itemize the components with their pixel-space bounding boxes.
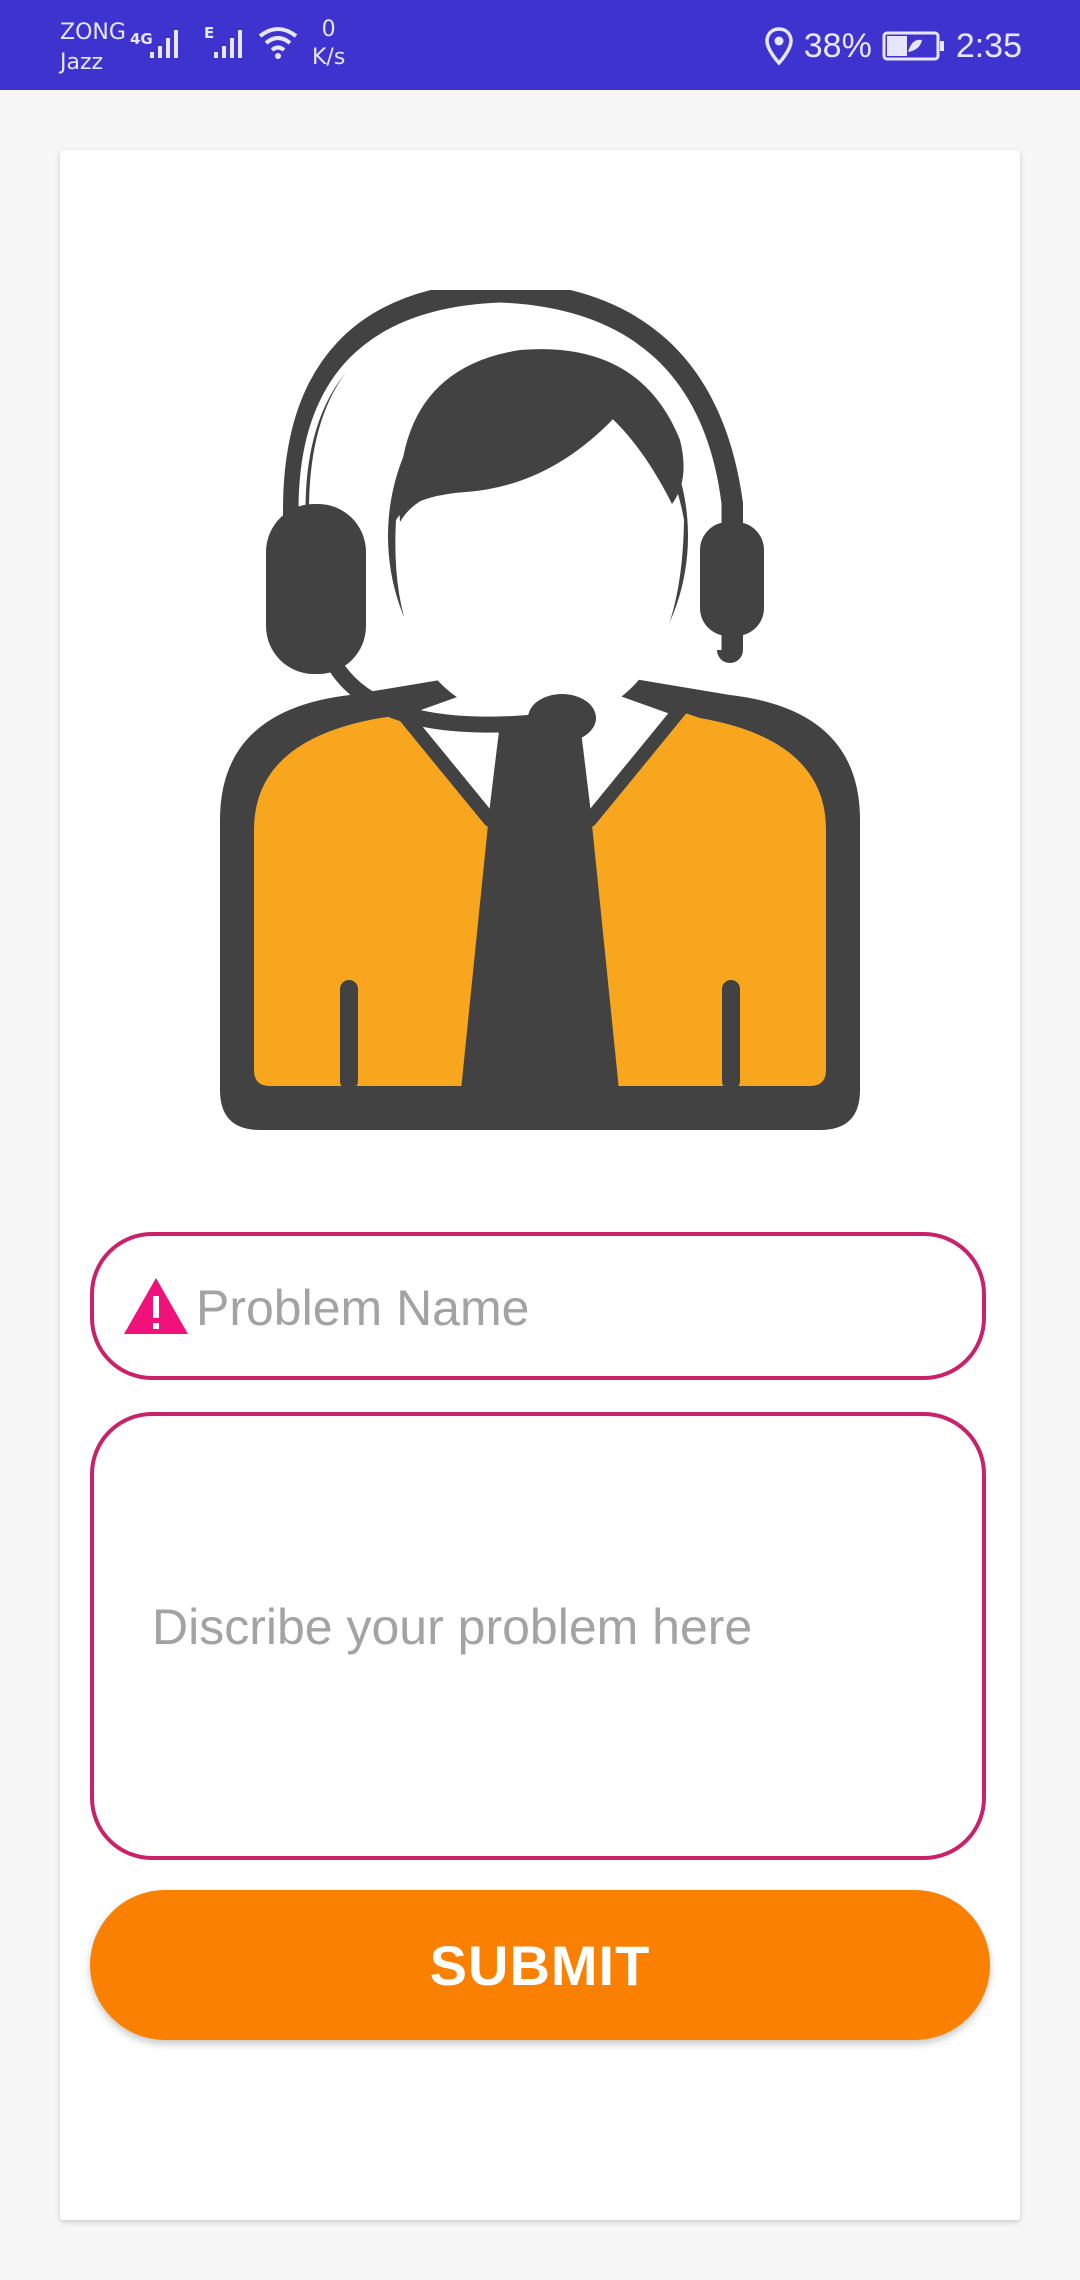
- submit-button[interactable]: SUBMIT: [90, 1890, 990, 2040]
- problem-description-field[interactable]: [90, 1412, 986, 1860]
- battery-icon: [882, 31, 944, 61]
- support-form-card: SUBMIT: [60, 150, 1020, 2220]
- clock: 2:35: [955, 26, 1022, 65]
- status-right: 38% 2:35: [764, 24, 1022, 68]
- signal-icon: [150, 30, 178, 58]
- wifi-icon: [258, 27, 298, 59]
- problem-name-input[interactable]: [194, 1272, 958, 1344]
- warning-icon: [124, 1278, 188, 1334]
- carrier-name-2: Jazz: [60, 50, 104, 75]
- speed-unit: K/s: [312, 45, 346, 70]
- carrier-name-1: ZONG: [60, 20, 126, 45]
- speed-value: 0: [321, 17, 336, 42]
- location-icon: [764, 27, 793, 66]
- battery-percent: 38%: [803, 26, 872, 65]
- carrier-info: ZONG Jazz 4G: [60, 18, 153, 78]
- status-bar: ZONG Jazz 4G E 0 K/s 38% 2:35: [0, 0, 1080, 90]
- problem-description-input[interactable]: [150, 1596, 934, 1680]
- problem-name-field[interactable]: [90, 1232, 986, 1380]
- signal-icon-2: [214, 30, 242, 58]
- customer-support-agent-icon: [220, 290, 860, 1130]
- network-speed: 0 K/s: [312, 16, 345, 72]
